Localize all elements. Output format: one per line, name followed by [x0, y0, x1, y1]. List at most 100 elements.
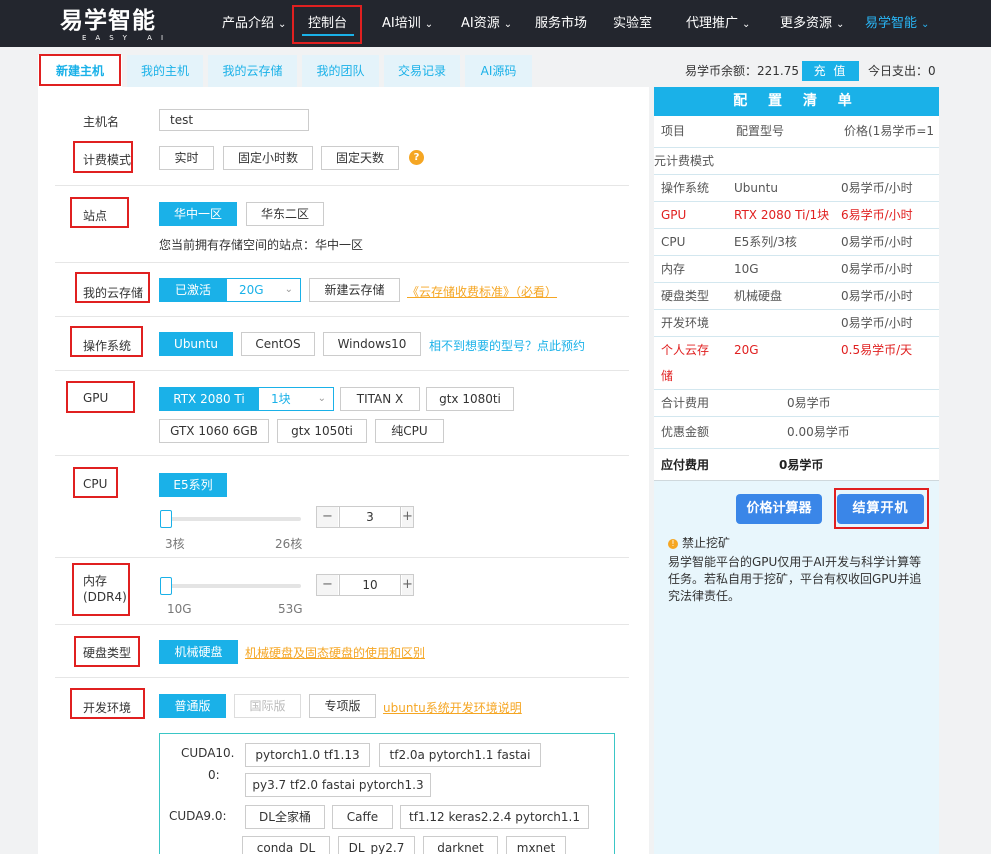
annotation-box — [834, 488, 929, 529]
env-pkg-button[interactable]: py3.7 tf2.0 fastai pytorch1.3 — [245, 773, 431, 797]
site-central-button[interactable]: 华中一区 — [159, 202, 237, 226]
env-info-link[interactable]: ubuntu系统开发环境说明 — [383, 699, 522, 716]
divider — [55, 557, 629, 558]
logo[interactable]: 易学智能 EASY AI — [60, 8, 172, 42]
disk-info-link[interactable]: 机械硬盘及固态硬盘的使用和区别 — [245, 644, 425, 661]
nav-item-agent-promo[interactable]: 代理推广 ⌄ — [686, 0, 750, 47]
env-pkg-button[interactable]: tf1.12 keras2.2.4 pytorch1.1 — [400, 805, 589, 829]
tab-my-team[interactable]: 我的团队 — [302, 55, 379, 87]
hostname-input[interactable]: test — [159, 109, 309, 131]
os-ubuntu-button[interactable]: Ubuntu — [159, 332, 233, 356]
minus-icon[interactable]: − — [317, 507, 338, 527]
summary-row-os: 操作系统 Ubuntu 0易学币/小时 — [654, 175, 939, 202]
summary-discount-row: 优惠金额 0.00易学币 — [654, 417, 939, 449]
storage-activated-button[interactable]: 已激活 — [159, 278, 227, 302]
env-pkg-button[interactable]: mxnet — [506, 836, 566, 854]
cuda10-label: CUDA10. — [181, 746, 235, 760]
memory-max-label: 53G — [278, 602, 303, 616]
minus-icon[interactable]: − — [317, 575, 338, 595]
gpu-1050ti-button[interactable]: gtx 1050ti — [277, 419, 367, 443]
cpu-value[interactable]: 3 — [339, 507, 401, 527]
env-pkg-button[interactable]: conda_DL — [242, 836, 330, 854]
no-mining-warning: ! 禁止挖矿 — [668, 534, 730, 551]
chevron-down-icon: ⌄ — [742, 19, 751, 30]
memory-slider-track[interactable] — [161, 584, 301, 588]
config-summary-panel: 配 置 清 单 项目 配置型号 价格(1易学币=1 元计费模式 操作系统 Ubu… — [654, 87, 939, 854]
nav-item-ai-resources[interactable]: AI资源 ⌄ — [461, 0, 512, 47]
os-centos-button[interactable]: CentOS — [241, 332, 315, 356]
nav-item-user-menu[interactable]: 易学智能 ⌄ — [865, 0, 929, 47]
env-pkg-button[interactable]: tf2.0a pytorch1.1 fastai — [379, 743, 541, 767]
tab-ai-source[interactable]: AI源码 — [465, 55, 532, 87]
annotation-box — [72, 563, 130, 616]
recharge-button[interactable]: 充 值 — [802, 61, 859, 81]
os-request-link[interactable]: 相不到想要的型号？点此预约 — [429, 337, 585, 354]
env-pkg-button[interactable]: darknet — [423, 836, 498, 854]
annotation-box — [73, 467, 118, 498]
plus-icon[interactable]: + — [402, 575, 413, 595]
cpu-slider-handle[interactable] — [160, 510, 172, 528]
site-east-button[interactable]: 华东二区 — [246, 202, 324, 226]
annotation-box — [75, 272, 150, 303]
no-mining-text: 易学智能平台的GPU仅用于AI开发与科学计算等任务。若私自用于挖矿，平台有权收回… — [668, 555, 922, 603]
logo-text: 易学智能 — [60, 8, 156, 34]
gpu-cpu-only-button[interactable]: 纯CPU — [375, 419, 444, 443]
nav-item-products[interactable]: 产品介绍 ⌄ — [222, 0, 286, 47]
chevron-down-icon: ⌄ — [284, 284, 293, 295]
tab-transactions[interactable]: 交易记录 — [384, 55, 460, 87]
gpu-1080ti-button[interactable]: gtx 1080ti — [426, 387, 514, 411]
chevron-down-icon: ⌄ — [921, 19, 930, 30]
annotation-box — [70, 197, 129, 228]
memory-stepper: − 10 + — [316, 574, 414, 596]
cpu-series-button[interactable]: E5系列 — [159, 473, 227, 497]
cpu-max-label: 26核 — [275, 537, 303, 551]
env-pkg-button[interactable]: pytorch1.0 tf1.13 — [245, 743, 370, 767]
plus-icon[interactable]: + — [402, 507, 413, 527]
divider — [55, 185, 629, 186]
gpu-count-select[interactable]: 1块 ⌄ — [258, 387, 334, 411]
nav-item-service-market[interactable]: 服务市场 — [535, 0, 587, 47]
gpu-rtx2080ti-button[interactable]: RTX 2080 Ti — [159, 387, 259, 411]
billing-realtime-button[interactable]: 实时 — [159, 146, 214, 170]
storage-pricing-link[interactable]: 《云存储收费标准》（必看） — [407, 283, 557, 300]
cuda10-label-cont: 0: — [208, 768, 220, 782]
cpu-min-label: 3核 — [165, 537, 185, 551]
billing-fixed-hours-button[interactable]: 固定小时数 — [223, 146, 313, 170]
env-pkg-button[interactable]: DL全家桶 — [245, 805, 325, 829]
memory-value[interactable]: 10 — [339, 575, 401, 595]
nav-item-more-resources[interactable]: 更多资源 ⌄ — [780, 0, 844, 47]
summary-row-cpu: CPU E5系列/3核 0易学币/小时 — [654, 229, 939, 256]
help-icon[interactable]: ? — [409, 150, 424, 165]
cpu-slider-track[interactable] — [161, 517, 301, 521]
tab-my-hosts[interactable]: 我的主机 — [127, 55, 203, 87]
annotation-box — [66, 381, 135, 413]
gpu-1060-button[interactable]: GTX 1060 6GB — [159, 419, 269, 443]
divider — [55, 316, 629, 317]
storage-size-select[interactable]: 20G ⌄ — [226, 278, 301, 302]
divider — [55, 370, 629, 371]
env-special-button[interactable]: 专项版 — [309, 694, 376, 718]
env-international-button[interactable]: 国际版 — [234, 694, 301, 718]
nav-item-ai-training[interactable]: AI培训 ⌄ — [382, 0, 433, 47]
summary-row-disk: 硬盘类型 机械硬盘 0易学币/小时 — [654, 283, 939, 310]
gpu-titanx-button[interactable]: TITAN X — [340, 387, 420, 411]
new-storage-button[interactable]: 新建云存储 — [309, 278, 400, 302]
summary-header-row: 项目 配置型号 价格(1易学币=1 — [654, 116, 939, 148]
summary-title: 配 置 清 单 — [654, 87, 939, 116]
hostname-label: 主机名 — [83, 115, 120, 129]
tab-my-storage[interactable]: 我的云存储 — [208, 55, 297, 87]
env-standard-button[interactable]: 普通版 — [159, 694, 226, 718]
cpu-stepper: − 3 + — [316, 506, 414, 528]
annotation-box — [292, 5, 362, 44]
chevron-down-icon: ⌄ — [317, 393, 326, 404]
env-pkg-button[interactable]: DL_py2.7 — [338, 836, 415, 854]
divider — [55, 455, 629, 456]
billing-fixed-days-button[interactable]: 固定天数 — [321, 146, 399, 170]
top-nav: 易学智能 EASY AI 产品介绍 ⌄ 控制台 AI培训 ⌄ AI资源 ⌄ 服务市场 … — [0, 0, 991, 47]
nav-item-lab[interactable]: 实验室 — [613, 0, 652, 47]
disk-hdd-button[interactable]: 机械硬盘 — [159, 640, 238, 664]
memory-slider-handle[interactable] — [160, 577, 172, 595]
os-windows-button[interactable]: Windows10 — [323, 332, 421, 356]
price-calculator-button[interactable]: 价格计算器 — [736, 494, 822, 524]
env-pkg-button[interactable]: Caffe — [332, 805, 393, 829]
